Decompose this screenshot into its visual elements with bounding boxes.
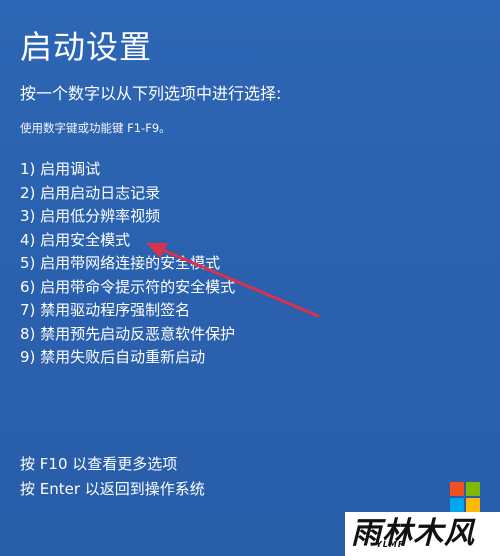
option-safe-mode-networking[interactable]: 5) 启用带网络连接的安全模式 bbox=[20, 252, 235, 276]
footer-instructions: 按 F10 以查看更多选项 按 Enter 以返回到操作系统 bbox=[20, 452, 205, 502]
more-options-text[interactable]: 按 F10 以查看更多选项 bbox=[20, 452, 205, 477]
page-title: 启动设置 bbox=[20, 28, 153, 66]
option-enable-low-resolution-video[interactable]: 3) 启用低分辨率视频 bbox=[20, 205, 235, 229]
option-enable-debugging[interactable]: 1) 启用调试 bbox=[20, 158, 235, 182]
option-enable-safe-mode[interactable]: 4) 启用安全模式 bbox=[20, 229, 235, 253]
windows-logo-icon bbox=[450, 482, 480, 512]
startup-options-list: 1) 启用调试 2) 启用启动日志记录 3) 启用低分辨率视频 4) 启用安全模… bbox=[20, 158, 235, 370]
boot-settings-screen: 启动设置 按一个数字以从下列选项中进行选择: 使用数字键或功能键 F1-F9。 … bbox=[0, 0, 500, 556]
return-to-os-text[interactable]: 按 Enter 以返回到操作系统 bbox=[20, 477, 205, 502]
option-disable-driver-signature[interactable]: 7) 禁用驱动程序强制签名 bbox=[20, 299, 235, 323]
option-safe-mode-command-prompt[interactable]: 6) 启用带命令提示符的安全模式 bbox=[20, 276, 235, 300]
watermark-logo: 雨林木风 bbox=[345, 512, 500, 556]
instruction-text: 按一个数字以从下列选项中进行选择: bbox=[20, 84, 282, 103]
watermark-sub: YLMF bbox=[376, 540, 405, 549]
option-disable-early-antimalware[interactable]: 8) 禁用预先启动反恶意软件保护 bbox=[20, 323, 235, 347]
option-enable-boot-logging[interactable]: 2) 启用启动日志记录 bbox=[20, 182, 235, 206]
key-hint-text: 使用数字键或功能键 F1-F9。 bbox=[20, 121, 171, 135]
option-disable-auto-restart[interactable]: 9) 禁用失败后自动重新启动 bbox=[20, 346, 235, 370]
